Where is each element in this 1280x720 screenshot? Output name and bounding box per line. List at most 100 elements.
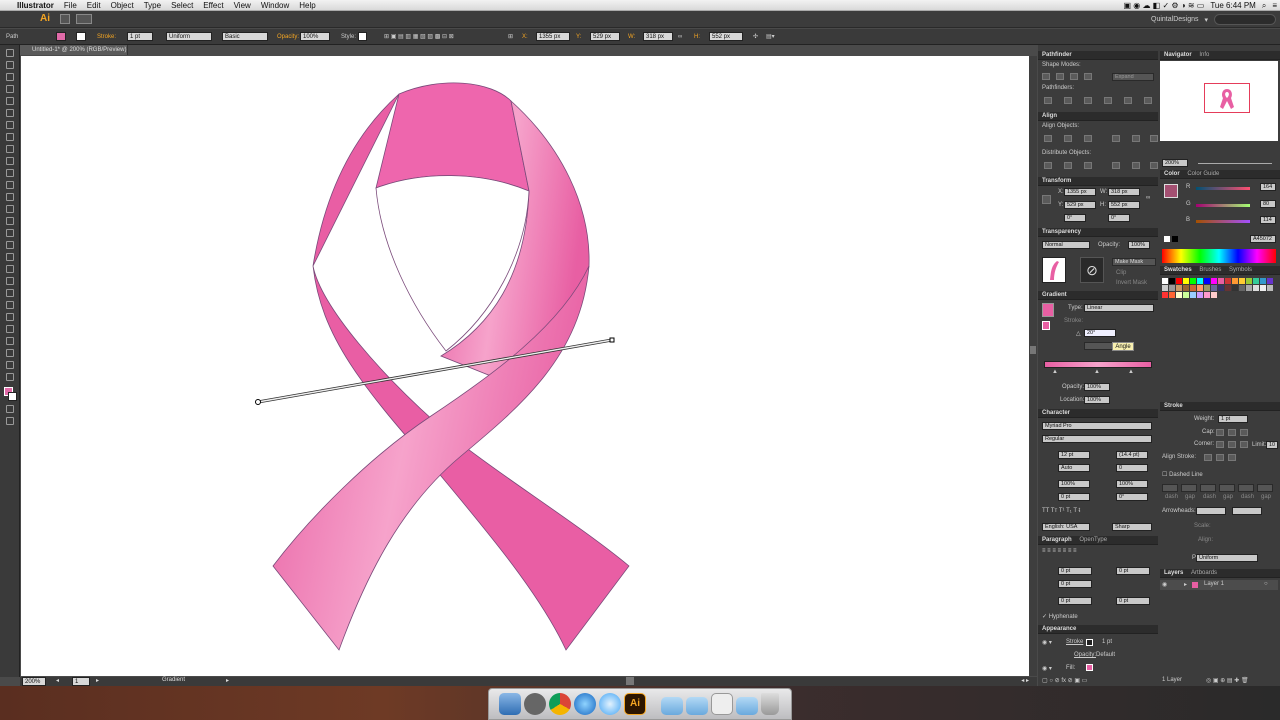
- clock[interactable]: Tue 6:44 PM: [1207, 0, 1259, 11]
- width-tool-icon[interactable]: [5, 217, 14, 225]
- color-swatch[interactable]: [1260, 285, 1266, 291]
- blob-brush-tool-icon[interactable]: [5, 169, 14, 177]
- color-swatch[interactable]: [1204, 292, 1210, 298]
- trim-icon[interactable]: [1064, 97, 1072, 104]
- color-swatch[interactable]: [1211, 278, 1217, 284]
- transform-w-field[interactable]: 318 px: [1108, 188, 1140, 196]
- expand-button[interactable]: Expand: [1112, 73, 1154, 81]
- hex-field[interactable]: A45072: [1250, 235, 1276, 243]
- leading-field[interactable]: (14.4 pt): [1116, 451, 1148, 459]
- symbols-tab[interactable]: Symbols: [1229, 267, 1252, 273]
- minus-front-icon[interactable]: [1056, 73, 1064, 80]
- green-slider[interactable]: [1196, 204, 1250, 207]
- stroke-panel-header[interactable]: Stroke: [1160, 402, 1280, 411]
- eye-icon[interactable]: ◉ ▾: [1042, 639, 1052, 646]
- selection-tool-icon[interactable]: [5, 49, 14, 57]
- brush-definition[interactable]: Basic: [222, 32, 268, 41]
- color-swatch[interactable]: [1246, 285, 1252, 291]
- workspace-switcher[interactable]: QuintalDesigns: [1151, 16, 1198, 23]
- gradient-stop-left-icon[interactable]: ▲: [1052, 369, 1058, 375]
- appearance-fill-swatch[interactable]: [1086, 664, 1093, 671]
- layer-name[interactable]: Layer 1: [1204, 581, 1224, 587]
- crop-icon[interactable]: [1104, 97, 1112, 104]
- scale-tool-icon[interactable]: [5, 205, 14, 213]
- color-swatch[interactable]: [1162, 292, 1168, 298]
- menu-help[interactable]: Help: [294, 0, 320, 11]
- align-hcenter-icon[interactable]: [1064, 135, 1072, 142]
- color-swatch[interactable]: [1183, 292, 1189, 298]
- pencil-tool-icon[interactable]: [5, 157, 14, 165]
- stroke-color-icon[interactable]: [8, 392, 17, 401]
- illustrator-icon[interactable]: Ai: [624, 693, 646, 715]
- color-swatch[interactable]: [1267, 278, 1273, 284]
- paintbrush-tool-icon[interactable]: [5, 145, 14, 153]
- color-swatch[interactable]: [1267, 285, 1273, 291]
- color-swatch[interactable]: [1162, 285, 1168, 291]
- color-swatch[interactable]: [1190, 292, 1196, 298]
- dist-hcenter-icon[interactable]: [1132, 162, 1140, 169]
- shape-builder-tool-icon[interactable]: [5, 241, 14, 249]
- color-swatch[interactable]: [1197, 285, 1203, 291]
- white-swatch[interactable]: [1164, 236, 1170, 242]
- baseline-shift-field[interactable]: 0 pt: [1058, 493, 1090, 501]
- color-swatch[interactable]: [1169, 292, 1175, 298]
- info-tab[interactable]: Info: [1199, 52, 1209, 58]
- color-swatch[interactable]: [1190, 278, 1196, 284]
- color-swatch[interactable]: [1176, 285, 1182, 291]
- pen-tool-icon[interactable]: [5, 97, 14, 105]
- menu-file[interactable]: File: [59, 0, 82, 11]
- color-guide-tab[interactable]: Color Guide: [1187, 171, 1219, 177]
- make-mask-button[interactable]: Make Mask: [1112, 258, 1156, 266]
- red-slider[interactable]: [1196, 187, 1250, 190]
- hand-tool-icon[interactable]: [5, 361, 14, 369]
- color-swatch[interactable]: [1253, 285, 1259, 291]
- layer-row[interactable]: ◉ ▸ Layer 1 ○: [1160, 580, 1278, 590]
- stroke-weight-field[interactable]: 1 pt: [127, 32, 153, 41]
- bridge-icon[interactable]: [60, 14, 70, 24]
- brushes-tab[interactable]: Brushes: [1199, 267, 1221, 273]
- color-swatch[interactable]: [1197, 278, 1203, 284]
- color-swatch[interactable]: [1162, 278, 1168, 284]
- align-top-icon[interactable]: [1112, 135, 1120, 142]
- gradient-end-handle[interactable]: [609, 337, 615, 343]
- appearance-fill-label[interactable]: Fill:: [1066, 665, 1075, 671]
- color-swatch[interactable]: [1169, 278, 1175, 284]
- arrowhead-start-select[interactable]: [1196, 507, 1226, 515]
- color-swatch[interactable]: [1218, 285, 1224, 291]
- font-style-select[interactable]: Regular: [1042, 435, 1152, 443]
- navigator-preview[interactable]: [1160, 61, 1278, 141]
- stroke-weight-field-panel[interactable]: 1 pt: [1218, 415, 1248, 423]
- hscroll-thumb[interactable]: [626, 677, 634, 685]
- color-swatch[interactable]: [1190, 285, 1196, 291]
- color-swatch[interactable]: [1183, 278, 1189, 284]
- invert-mask-checkbox[interactable]: Invert Mask: [1116, 280, 1147, 286]
- color-swatch[interactable]: [1183, 285, 1189, 291]
- h-field[interactable]: 552 px: [709, 32, 743, 41]
- dist-vcenter-icon[interactable]: [1064, 162, 1072, 169]
- menu-edit[interactable]: Edit: [82, 0, 106, 11]
- blue-field[interactable]: 114: [1260, 216, 1276, 224]
- rotate-tool-icon[interactable]: [5, 193, 14, 201]
- arrange-documents-icon[interactable]: [76, 14, 92, 24]
- w-field[interactable]: 318 px: [643, 32, 673, 41]
- type-tool-icon[interactable]: [5, 109, 14, 117]
- chevron-down-icon[interactable]: ▾: [1204, 16, 1208, 24]
- symbol-sprayer-tool-icon[interactable]: [5, 313, 14, 321]
- slice-tool-icon[interactable]: [5, 349, 14, 357]
- transform-x-field[interactable]: 1355 px: [1064, 188, 1096, 196]
- search-input[interactable]: [1214, 14, 1276, 25]
- align-bottom-icon[interactable]: [1150, 135, 1158, 142]
- gradient-fill-icon[interactable]: [1042, 321, 1050, 330]
- color-fill-swatch[interactable]: [1164, 184, 1178, 198]
- butt-cap-icon[interactable]: [1216, 429, 1224, 436]
- dist-right-icon[interactable]: [1150, 162, 1158, 169]
- paragraph-panel-header[interactable]: Paragraph OpenType: [1038, 536, 1158, 545]
- outline-icon[interactable]: [1124, 97, 1132, 104]
- opacity-field[interactable]: 100%: [300, 32, 330, 41]
- color-swatch[interactable]: [1225, 285, 1231, 291]
- drawing-mode-icon[interactable]: [5, 405, 14, 413]
- navigator-panel-header[interactable]: Navigator Info: [1160, 51, 1280, 60]
- font-family-select[interactable]: Myriad Pro: [1042, 422, 1152, 430]
- graph-tool-icon[interactable]: [5, 325, 14, 333]
- vertical-scale-field[interactable]: 100%: [1058, 480, 1090, 488]
